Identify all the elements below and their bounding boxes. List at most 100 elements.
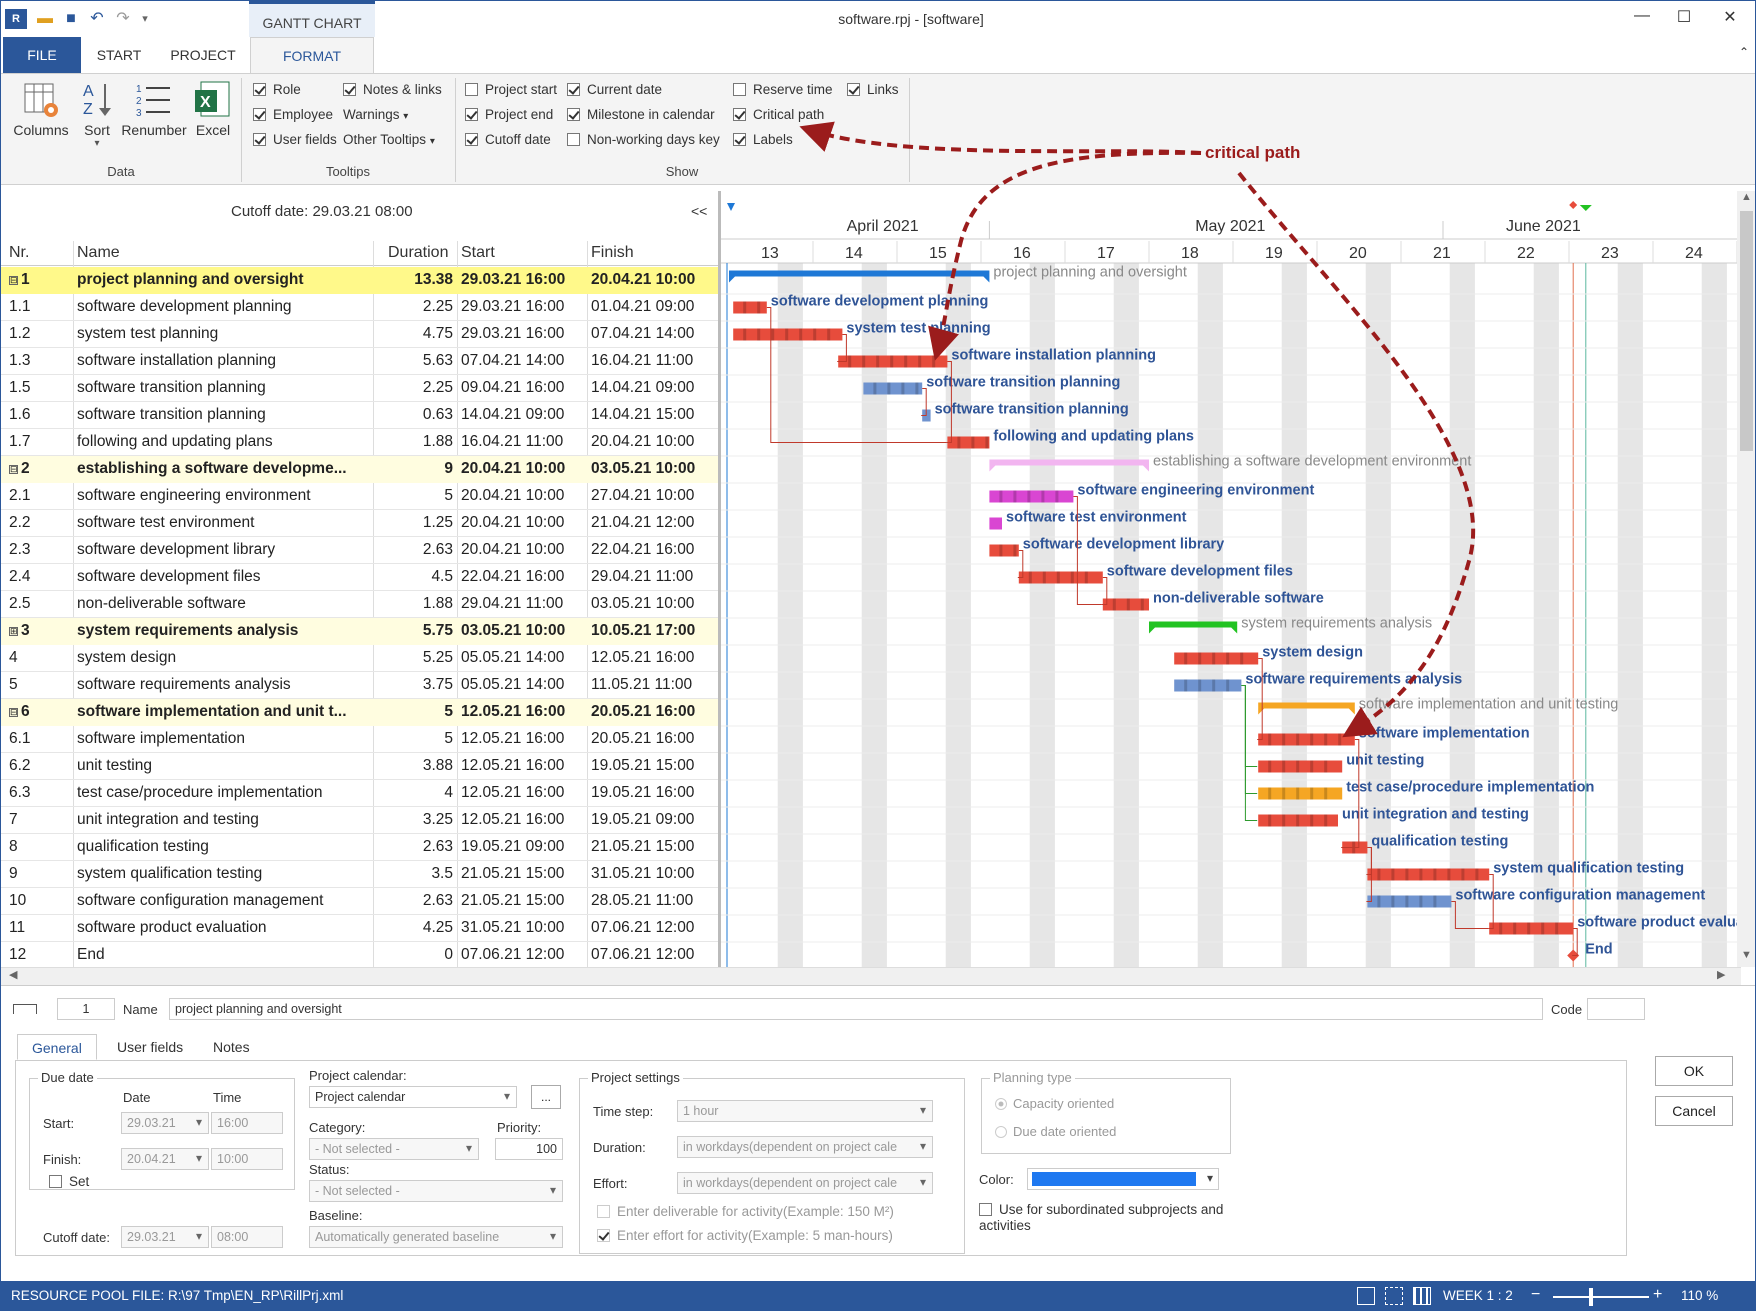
subordinated-checkbox[interactable]: Use for subordinated subprojects and act… (979, 1202, 1239, 1238)
vertical-scrollbar[interactable]: ▲ ▼ (1737, 191, 1755, 967)
task-id-field[interactable]: 1 (57, 998, 115, 1020)
expand-collapse-icon[interactable]: ⊟ (9, 276, 18, 285)
non-working-days-key-checkbox[interactable]: Non-working days key (567, 130, 720, 150)
summary-task-row[interactable]: ⊟ 6 software implementation and unit t... 5… (1, 699, 719, 726)
tab-notes[interactable]: Notes (199, 1034, 264, 1060)
other-tooltips-dropdown[interactable]: Other Tooltips ▾ (343, 130, 435, 150)
start-date-field[interactable]: 29.03.21 (121, 1112, 209, 1134)
columns-button[interactable]: Columns (11, 80, 71, 138)
cutoff-date-field[interactable]: 29.03.21 (121, 1226, 209, 1248)
header-start[interactable]: Start (461, 244, 495, 262)
task-row[interactable]: 1.7 following and updating plans 1.88 16.04… (1, 429, 719, 456)
ok-button[interactable]: OK (1655, 1056, 1733, 1086)
project-start-checkbox[interactable]: Project start (465, 80, 557, 100)
critical-path-checkbox[interactable]: Critical path (733, 105, 824, 125)
due-date-oriented-radio[interactable]: Due date oriented (995, 1124, 1116, 1139)
role-checkbox[interactable]: Role (253, 80, 301, 100)
notes-links-checkbox[interactable]: Notes & links (343, 80, 442, 100)
open-folder-icon[interactable]: ▬ (35, 9, 55, 29)
task-row[interactable]: 6.2 unit testing 3.88 12.05.21 16:00 19.05.2… (1, 753, 719, 780)
task-row[interactable]: 10 software configuration management 2.63 2… (1, 888, 719, 915)
gantt-chart[interactable]: April 2021 May 2021 June 2021 13 14 15 16 17 18 1… (721, 191, 1737, 967)
renumber-button[interactable]: 123 Renumber (121, 80, 187, 138)
employee-checkbox[interactable]: Employee (253, 105, 333, 125)
task-row[interactable]: 1.5 software transition planning 2.25 09.04… (1, 375, 719, 402)
deliverable-checkbox[interactable]: Enter deliverable for activity(Example: … (597, 1202, 894, 1222)
collapse-ribbon-icon[interactable]: ⌃ (1729, 45, 1755, 59)
task-row[interactable]: 1.2 system test planning 4.75 29.03.21 16:0… (1, 321, 719, 348)
capacity-oriented-radio[interactable]: Capacity oriented (995, 1096, 1114, 1111)
cutoff-time-field[interactable]: 08:00 (211, 1226, 283, 1248)
cancel-button[interactable]: Cancel (1655, 1096, 1733, 1126)
expand-collapse-icon[interactable]: ⊞ (9, 627, 18, 636)
tab-project[interactable]: PROJECT (165, 37, 241, 73)
task-row[interactable]: 1.3 software installation planning 5.63 07.… (1, 348, 719, 375)
task-row[interactable]: 1.6 software transition planning 0.63 14.04… (1, 402, 719, 429)
maximize-icon[interactable]: ☐ (1669, 7, 1699, 27)
zoom-out-button[interactable]: − (1531, 1286, 1540, 1304)
warnings-dropdown[interactable]: Warnings ▾ (343, 105, 408, 125)
zoom-slider-thumb[interactable] (1589, 1288, 1593, 1306)
priority-field[interactable]: 100 (495, 1138, 563, 1160)
expand-collapse-icon[interactable]: ⊟ (9, 465, 18, 474)
view-grid-icon[interactable] (1385, 1287, 1403, 1305)
task-row[interactable]: 2.3 software development library 2.63 20.04… (1, 537, 719, 564)
tab-general[interactable]: General (17, 1034, 97, 1060)
current-date-checkbox[interactable]: Current date (567, 80, 662, 100)
redo-icon[interactable]: ↷ (113, 9, 133, 29)
task-row[interactable]: 2.5 non-deliverable software 1.88 29.04.21 … (1, 591, 719, 618)
close-icon[interactable]: ✕ (1715, 7, 1745, 27)
task-row[interactable]: 11 software product evaluation 4.25 31.05.2… (1, 915, 719, 942)
effort-select[interactable]: in workdays(dependent on project cale (677, 1172, 933, 1194)
header-duration[interactable]: Duration (388, 244, 448, 262)
tab-file[interactable]: FILE (3, 37, 81, 73)
task-row[interactable]: 6.1 software implementation 5 12.05.21 16:0… (1, 726, 719, 753)
task-name-field[interactable]: project planning and oversight (169, 998, 1543, 1020)
duration-select[interactable]: in workdays(dependent on project cale (677, 1136, 933, 1158)
code-field[interactable] (1587, 998, 1645, 1020)
links-checkbox[interactable]: Links (847, 80, 899, 100)
time-step-select[interactable]: 1 hour (677, 1100, 933, 1122)
status-select[interactable]: - Not selected - (309, 1180, 563, 1202)
project-calendar-select[interactable]: Project calendar (309, 1086, 517, 1108)
task-row[interactable]: 2.4 software development files 4.5 22.04.21… (1, 564, 719, 591)
sort-button[interactable]: AZ Sort ▾ (77, 80, 117, 149)
baseline-select[interactable]: Automatically generated baseline (309, 1226, 563, 1248)
milestone-in-calendar-checkbox[interactable]: Milestone in calendar (567, 105, 715, 125)
cutoff-date-checkbox[interactable]: Cutoff date (465, 130, 551, 150)
summary-task-row[interactable]: ⊟ 1 project planning and oversight 13.38 29.… (1, 267, 719, 294)
tab-user-fields[interactable]: User fields (103, 1034, 197, 1060)
splitter[interactable] (718, 191, 721, 967)
tab-format[interactable]: FORMAT (250, 37, 374, 73)
header-finish[interactable]: Finish (591, 244, 634, 262)
project-end-checkbox[interactable]: Project end (465, 105, 553, 125)
task-row[interactable]: 5 software requirements analysis 3.75 05.05… (1, 672, 719, 699)
header-name[interactable]: Name (77, 244, 120, 262)
excel-button[interactable]: X Excel (191, 80, 235, 138)
undo-icon[interactable]: ↶ (87, 9, 107, 29)
category-select[interactable]: - Not selected - (309, 1138, 479, 1160)
zoom-slider[interactable] (1553, 1288, 1649, 1306)
header-nr[interactable]: Nr. (9, 244, 29, 262)
color-picker[interactable]: ▾ (1027, 1168, 1219, 1190)
save-icon[interactable]: ■ (61, 9, 81, 29)
task-row[interactable]: 2.2 software test environment 1.25 20.04.21… (1, 510, 719, 537)
collapse-grid-button[interactable]: << (691, 203, 707, 219)
task-row[interactable]: 6.3 test case/procedure implementation 4 12… (1, 780, 719, 807)
summary-task-row[interactable]: ⊟ 2 establishing a software developme... 9 2… (1, 456, 719, 483)
tab-start[interactable]: START (91, 37, 147, 73)
reserve-time-checkbox[interactable]: Reserve time (733, 80, 833, 100)
calendar-options-button[interactable]: ... (531, 1085, 561, 1109)
task-row[interactable]: 2.1 software engineering environment 5 20.0… (1, 483, 719, 510)
summary-task-row[interactable]: ⊞ 3 system requirements analysis 5.75 03.05.… (1, 618, 719, 645)
task-row[interactable]: 4 system design 5.25 05.05.21 14:00 12.05.21… (1, 645, 719, 672)
task-row[interactable]: 7 unit integration and testing 3.25 12.05.2… (1, 807, 719, 834)
expand-collapse-icon[interactable]: ⊟ (9, 708, 18, 717)
start-time-field[interactable]: 16:00 (211, 1112, 283, 1134)
task-row[interactable]: 9 system qualification testing 3.5 21.05.21… (1, 861, 719, 888)
set-checkbox[interactable]: Set (49, 1172, 89, 1192)
task-row[interactable]: 8 qualification testing 2.63 19.05.21 09:00… (1, 834, 719, 861)
finish-time-field[interactable]: 10:00 (211, 1148, 283, 1170)
view-normal-icon[interactable] (1357, 1287, 1375, 1305)
scroll-thumb[interactable] (1740, 211, 1753, 451)
